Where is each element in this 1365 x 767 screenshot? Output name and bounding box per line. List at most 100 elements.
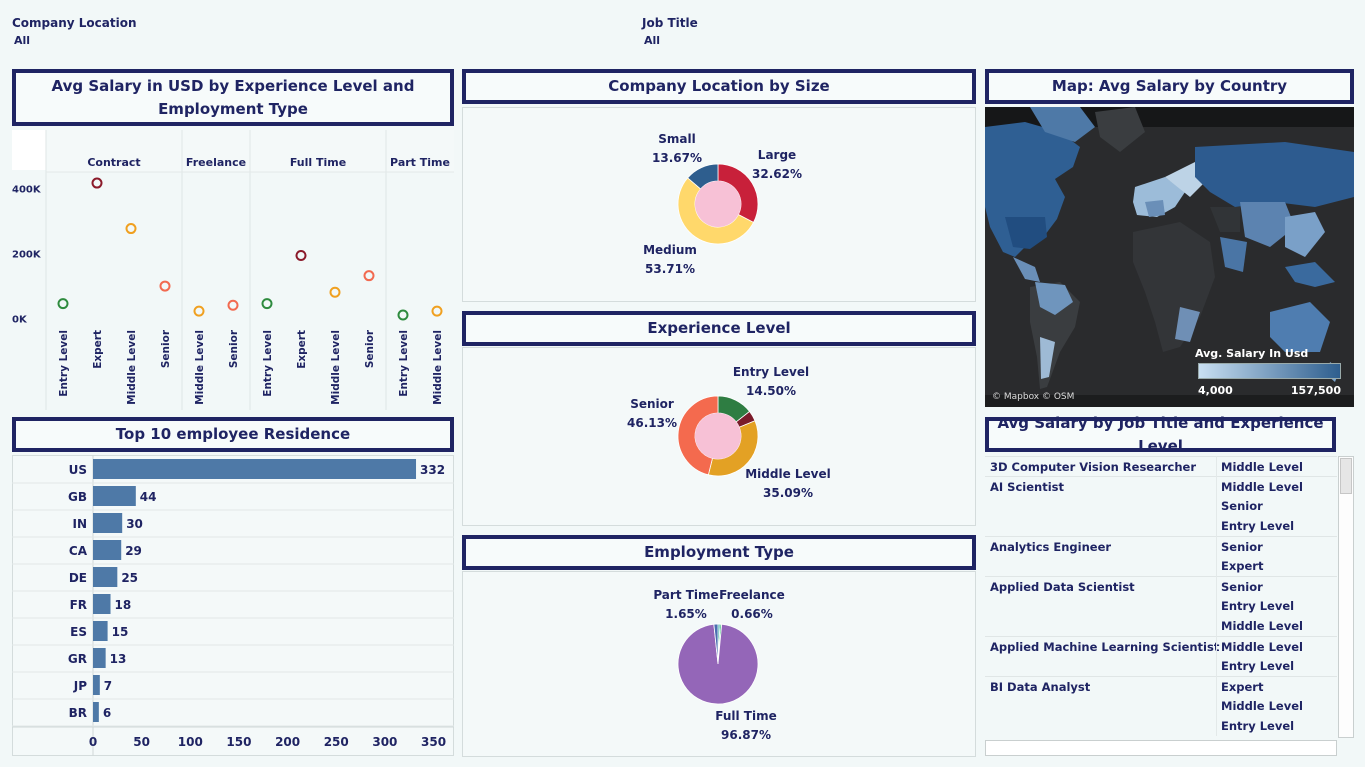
scatter-level-label: Middle Level — [194, 330, 206, 405]
employment-pie-chart: Freelance 0.66% Full Time 96.87% Part Time 1.… — [653, 588, 785, 742]
pie-label: Full Time — [715, 709, 777, 723]
scatter-level-label: Middle Level — [330, 330, 342, 405]
scatter-level-label: Expert — [92, 330, 104, 369]
bar-x-tick: 100 — [178, 735, 203, 749]
experience-level-cell: Middle Level — [1221, 480, 1303, 494]
scatter-level-label: Middle Level — [432, 330, 444, 405]
scatter-point — [295, 250, 307, 262]
experience-level-cell: Entry Level — [1221, 719, 1295, 733]
map-title: Map: Avg Salary by Country — [985, 69, 1354, 104]
job-title-cell: Applied Data Scientist — [990, 580, 1135, 594]
filter-company-location-value[interactable]: All — [14, 34, 30, 47]
bar-category-label: CA — [69, 544, 88, 558]
table-scroll-thumb[interactable] — [1340, 458, 1352, 494]
bar-value-label: 29 — [125, 544, 142, 558]
experience-level-cell: Entry Level — [1221, 659, 1295, 673]
pie-label: Large — [758, 148, 796, 162]
scatter-corner — [12, 130, 46, 170]
bar — [93, 621, 108, 641]
bar-value-label: 15 — [112, 625, 129, 639]
bar-category-label: DE — [69, 571, 87, 585]
bar-category-label: IN — [72, 517, 87, 531]
table-vertical-scrollbar[interactable] — [1338, 456, 1354, 738]
scatter-point — [159, 280, 171, 292]
experience-level-cell: Entry Level — [1221, 599, 1295, 613]
pie-label: Part Time — [653, 588, 718, 602]
pie-percent: 32.62% — [752, 167, 802, 181]
experience-level-cell: Expert — [1221, 680, 1264, 694]
job-title-cell: Applied Machine Learning Scientist — [990, 640, 1220, 654]
map-attribution[interactable]: © Mapbox © OSM — [992, 392, 1074, 402]
bar-x-tick: 150 — [226, 735, 251, 749]
bar-category-label: BR — [69, 706, 87, 720]
job-title-cell: BI Data Analyst — [990, 680, 1091, 694]
scatter-point — [193, 305, 205, 317]
scatter-level-label: Senior — [228, 329, 240, 368]
scatter-chart: Contract Entry Level Expert Middle Level Sen… — [12, 130, 454, 410]
table-row[interactable]: Middle Level — [985, 616, 1337, 636]
world-map-shapes — [985, 107, 1354, 407]
experience-level-cell: Senior — [1221, 580, 1263, 594]
table-row[interactable]: AI Scientist Middle Level — [985, 476, 1337, 496]
bar-value-label: 18 — [115, 598, 132, 612]
job-title-cell: AI Scientist — [990, 480, 1064, 494]
scatter-group-label: Part Time — [390, 156, 450, 169]
map-legend-max: 157,500 — [1290, 384, 1341, 397]
filter-job-title-label: Job Title — [642, 16, 698, 30]
scatter-group-label: Contract — [87, 156, 140, 169]
bar-value-label: 332 — [420, 463, 445, 477]
map-legend-title: Avg. Salary In Usd — [1195, 347, 1309, 360]
table-row[interactable]: Entry Level — [985, 716, 1337, 736]
bar-category-label: FR — [70, 598, 87, 612]
table-horizontal-scrollbar[interactable] — [985, 740, 1337, 756]
map-legend-min: 4,000 — [1198, 384, 1233, 397]
scatter-point — [431, 305, 443, 317]
bar-x-tick: 50 — [133, 735, 150, 749]
job-title-table[interactable]: 3D Computer Vision Researcher Middle Leve… — [985, 456, 1337, 736]
table-row[interactable]: Entry Level — [985, 656, 1337, 676]
scatter-level-label: Entry Level — [398, 330, 410, 397]
scatter-point — [363, 270, 375, 282]
scatter-point — [329, 286, 341, 298]
experience-level-cell: Middle Level — [1221, 460, 1303, 474]
bar-category-label: US — [69, 463, 87, 477]
scatter-point — [397, 309, 409, 321]
scatter-y-tick: 0K — [12, 314, 28, 325]
experience-level-cell: Senior — [1221, 540, 1263, 554]
table-column-divider — [1216, 456, 1217, 736]
bar-value-label: 44 — [140, 490, 157, 504]
bar-value-label: 6 — [103, 706, 111, 720]
pie-percent: 13.67% — [652, 151, 702, 165]
pie-label: Freelance — [719, 588, 785, 602]
bar — [93, 459, 417, 479]
filter-job-title-value[interactable]: All — [644, 34, 660, 47]
bar — [93, 486, 136, 506]
table-row[interactable]: Analytics Engineer Senior — [985, 536, 1337, 556]
scatter-point — [261, 298, 273, 310]
experience-title: Experience Level — [462, 311, 976, 346]
table-row[interactable]: BI Data Analyst Expert — [985, 676, 1337, 696]
table-row[interactable]: Entry Level — [985, 516, 1337, 536]
table-row[interactable]: Middle Level — [985, 696, 1337, 716]
pie-label: Small — [658, 132, 695, 146]
table-row[interactable]: 3D Computer Vision Researcher Middle Leve… — [985, 456, 1337, 476]
pie-percent: 46.13% — [627, 416, 677, 430]
table-row[interactable]: Expert — [985, 556, 1337, 576]
bar-value-label: 13 — [110, 652, 127, 666]
table-row[interactable]: Senior — [985, 496, 1337, 516]
size-title: Company Location by Size — [462, 69, 976, 104]
table-row[interactable]: Applied Data Scientist Senior — [985, 576, 1337, 596]
donut-hole — [695, 181, 741, 227]
bar-x-tick: 200 — [275, 735, 300, 749]
table-row[interactable]: Applied Machine Learning Scientist Middle… — [985, 636, 1337, 656]
map-legend-gradient — [1198, 363, 1341, 379]
pie-percent: 96.87% — [721, 728, 771, 742]
scatter-level-label: Senior — [160, 329, 172, 368]
bar-category-label: GB — [68, 490, 87, 504]
experience-level-cell: Entry Level — [1221, 519, 1295, 533]
table-row[interactable]: Entry Level — [985, 596, 1337, 616]
bar — [93, 540, 122, 560]
world-map[interactable]: Avg. Salary In Usd 4,000 157,500 © Mapbo… — [985, 107, 1354, 407]
bar — [93, 513, 123, 533]
bar — [93, 594, 111, 614]
